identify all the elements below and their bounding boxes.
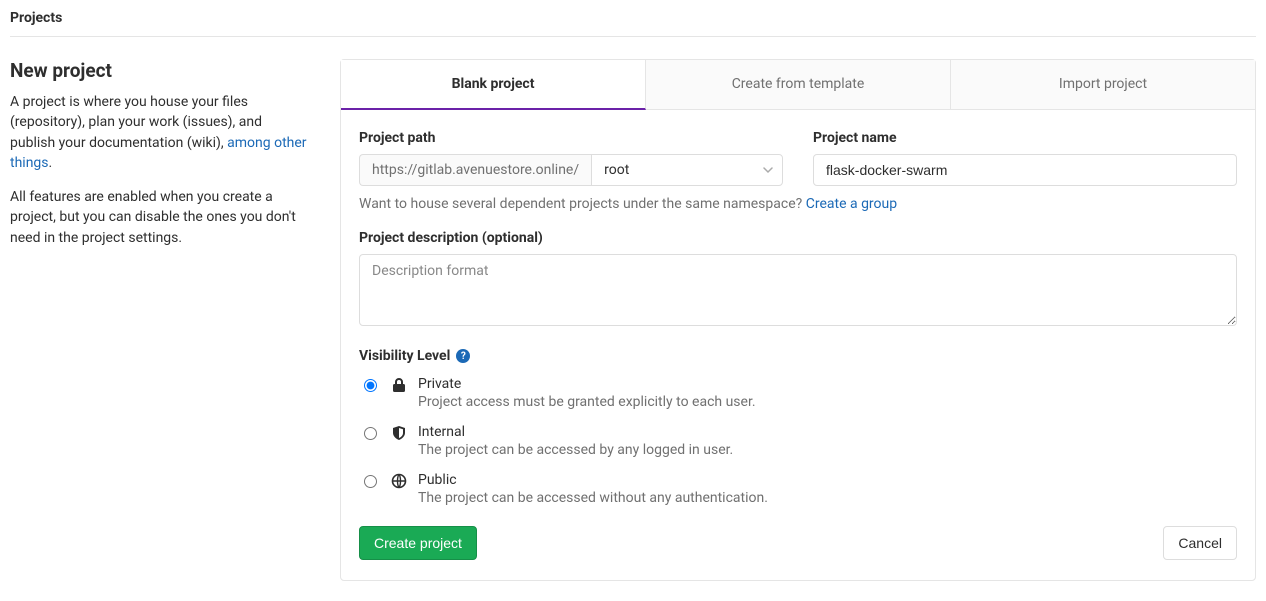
create-project-button[interactable]: Create project	[359, 526, 477, 560]
cancel-button[interactable]: Cancel	[1163, 526, 1237, 560]
shield-icon	[390, 424, 408, 442]
visibility-internal-title: Internal	[418, 424, 1237, 440]
main-panel: Blank project Create from template Impor…	[340, 59, 1256, 581]
visibility-public-radio[interactable]	[364, 475, 377, 488]
namespace-hint: Want to house several dependent projects…	[359, 196, 1237, 212]
project-description-input[interactable]	[359, 254, 1237, 326]
page-title: New project	[10, 59, 310, 82]
help-icon[interactable]: ?	[456, 349, 470, 363]
visibility-public-desc: The project can be accessed without any …	[418, 490, 1237, 506]
sidebar: New project A project is where you house…	[10, 59, 310, 581]
visibility-private-radio[interactable]	[364, 379, 377, 392]
visibility-level-label: Visibility Level	[359, 348, 450, 364]
project-name-label: Project name	[813, 130, 1237, 146]
breadcrumb[interactable]: Projects	[10, 6, 1256, 37]
project-name-input[interactable]	[813, 154, 1237, 186]
tabs: Blank project Create from template Impor…	[341, 60, 1255, 110]
base-url-addon: https://gitlab.avenuestore.online/	[359, 154, 591, 186]
visibility-internal-radio[interactable]	[364, 427, 377, 440]
namespace-select[interactable]: root	[591, 154, 783, 186]
visibility-public-title: Public	[418, 472, 1237, 488]
sidebar-desc-1: A project is where you house your files …	[10, 92, 310, 173]
project-description-label: Project description (optional)	[359, 230, 1237, 246]
visibility-private-desc: Project access must be granted explicitl…	[418, 394, 1237, 410]
tab-import-project[interactable]: Import project	[951, 60, 1255, 109]
visibility-internal-desc: The project can be accessed by any logge…	[418, 442, 1237, 458]
visibility-private-title: Private	[418, 376, 1237, 392]
project-path-label: Project path	[359, 130, 783, 146]
tab-create-from-template[interactable]: Create from template	[646, 60, 951, 109]
globe-icon	[390, 472, 408, 490]
sidebar-desc-2: All features are enabled when you create…	[10, 187, 310, 248]
lock-icon	[390, 376, 408, 394]
tab-blank-project[interactable]: Blank project	[341, 60, 646, 110]
create-group-link[interactable]: Create a group	[806, 196, 897, 212]
